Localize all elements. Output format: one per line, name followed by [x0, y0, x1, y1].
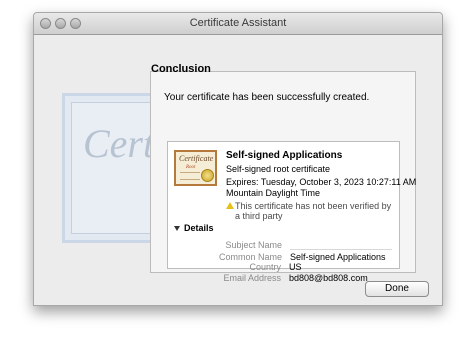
common-name-value: Self-signed Applications	[290, 252, 386, 262]
certificate-expires-timezone: Mountain Daylight Time	[226, 188, 321, 198]
certificate-type: Self-signed root certificate	[226, 164, 331, 174]
subject-name-label: Subject Name	[225, 240, 282, 250]
warning-icon	[226, 202, 234, 209]
country-value: US	[289, 262, 302, 272]
window-title: Certificate Assistant	[189, 17, 287, 29]
seal-icon	[201, 169, 214, 182]
window-content: Certif Conclusion Your certificate has b…	[34, 35, 442, 305]
done-button[interactable]: Done	[365, 281, 429, 297]
common-name-label: Common Name	[218, 252, 282, 262]
email-address-value: bd808@bd808.com	[289, 273, 368, 283]
disclosure-triangle-icon[interactable]	[174, 226, 180, 231]
email-address-label: Email Address	[223, 273, 281, 283]
subject-name-divider	[290, 249, 392, 250]
certificate-warning: This certificate has not been verified b…	[235, 201, 392, 221]
certificate-name: Self-signed Applications	[226, 150, 343, 161]
certificate-card: Certificate Root Self-signed Application…	[167, 141, 416, 269]
certificate-icon: Certificate Root	[174, 150, 217, 186]
background-certificate-image: Certif	[62, 93, 176, 243]
certificate-icon-subtext: Root	[186, 165, 196, 170]
certificate-icon-lines	[180, 172, 200, 180]
certificate-expires: Expires: Tuesday, October 3, 2023 10:27:…	[226, 177, 417, 187]
page-title: Conclusion	[151, 63, 211, 75]
success-message: Your certificate has been successfully c…	[164, 92, 370, 103]
certificate-icon-text: Certificate	[179, 154, 214, 163]
country-label: Country	[249, 262, 281, 272]
certificate-assistant-window: Certificate Assistant Certif Conclusion …	[33, 12, 443, 306]
title-bar: Certificate Assistant	[34, 13, 442, 35]
details-toggle[interactable]: Details	[184, 223, 214, 233]
